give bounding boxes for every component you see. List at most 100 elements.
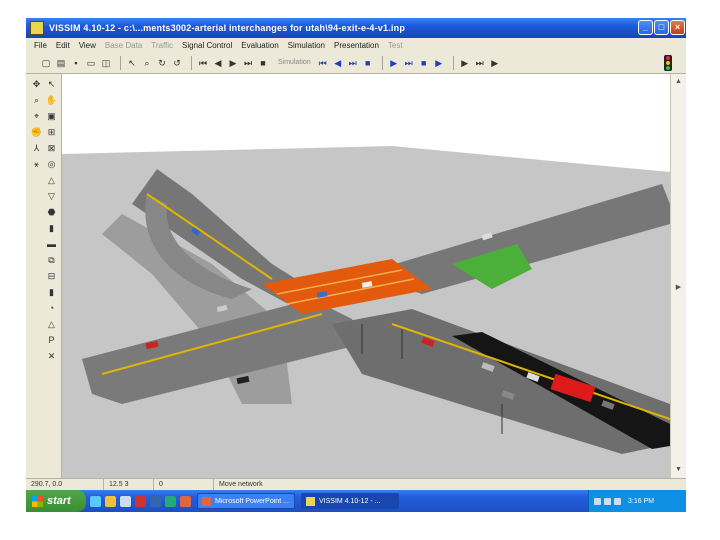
menu-traffic[interactable]: Traffic bbox=[151, 41, 173, 50]
queue-counter-icon[interactable]: △ bbox=[45, 318, 58, 331]
taskbar-item-vissim[interactable]: VISSIM 4.10-12 - ... bbox=[301, 493, 399, 509]
traffic-signal-icon[interactable] bbox=[664, 55, 672, 71]
anim-step-icon[interactable]: ▶ bbox=[489, 57, 501, 69]
vissim-icon bbox=[306, 496, 315, 506]
yield-icon[interactable]: △ bbox=[45, 174, 58, 187]
pt-stop-icon[interactable]: ▬ bbox=[45, 238, 58, 251]
menu-test[interactable]: Test bbox=[388, 41, 403, 50]
quicklaunch-excel-icon[interactable] bbox=[165, 495, 176, 507]
print-preview-icon[interactable]: ◫ bbox=[100, 57, 112, 69]
signal-group-icon[interactable]: ⊠ bbox=[45, 142, 58, 155]
print-icon[interactable]: ▭ bbox=[85, 57, 97, 69]
rotate-icon[interactable]: ↻ bbox=[156, 57, 168, 69]
play-icon[interactable]: ▶ bbox=[227, 57, 239, 69]
scroll-down-icon[interactable]: ▼ bbox=[673, 464, 684, 475]
tray-network-icon[interactable] bbox=[594, 497, 601, 505]
anim-fast-icon[interactable]: ⏭ bbox=[474, 57, 486, 69]
grab-icon[interactable]: ✊ bbox=[30, 126, 43, 139]
clock: 3:16 PM bbox=[628, 497, 655, 505]
vehicle-icon[interactable]: ▣ bbox=[45, 110, 58, 123]
travel-time-icon[interactable]: ◔ bbox=[45, 302, 58, 315]
pan-icon[interactable]: ✥ bbox=[30, 78, 43, 91]
menu-presentation[interactable]: Presentation bbox=[334, 41, 379, 50]
signal-head-icon[interactable]: ▮ bbox=[45, 222, 58, 235]
route-icon[interactable]: ▽ bbox=[45, 190, 58, 203]
detector-icon[interactable]: ◎ bbox=[45, 158, 58, 171]
status-field: 12.5 3 bbox=[104, 479, 154, 490]
toolbar: ▢ ▤ ▪ ▭ ◫ ↖ ⌕ ↻ ↺ ⏮ ◀ ▶ ⏭ ■ Simulation ⏮… bbox=[26, 52, 686, 74]
quicklaunch-folder-icon[interactable] bbox=[105, 495, 116, 507]
menu-signal-control[interactable]: Signal Control bbox=[182, 41, 232, 50]
open-file-icon[interactable]: ▤ bbox=[55, 57, 67, 69]
network-viewport[interactable] bbox=[62, 74, 670, 478]
minimize-icon: _ bbox=[642, 22, 648, 32]
select-icon[interactable]: ↖ bbox=[126, 57, 138, 69]
windows-logo-icon bbox=[32, 495, 43, 507]
sim-stop-icon[interactable]: ■ bbox=[362, 57, 374, 69]
tray-volume-icon[interactable] bbox=[604, 497, 611, 505]
sim-pause-icon[interactable]: ■ bbox=[418, 57, 430, 69]
tool-palette: ✥ ↖ ⌕ ✋ ⌖ ▣ ✊ ⊞ ⅄ ⊠ ⚹ ◎ △ ▽ ⬣ ▮ ▬ ⧉ ⊟ ▮ … bbox=[26, 74, 62, 478]
measure-icon[interactable]: ⌖ bbox=[30, 110, 43, 123]
quicklaunch-ppt-icon[interactable] bbox=[180, 495, 191, 507]
menu-file[interactable]: File bbox=[34, 41, 47, 50]
scroll-thumb-icon[interactable]: ▶ bbox=[673, 282, 684, 293]
start-button[interactable]: start bbox=[26, 490, 86, 512]
quicklaunch-word-icon[interactable] bbox=[150, 495, 161, 507]
close-button[interactable]: × bbox=[670, 20, 685, 35]
node-icon[interactable]: ⚹ bbox=[30, 158, 43, 171]
sim-step-icon[interactable]: ⏭ bbox=[347, 57, 359, 69]
minimize-button[interactable]: _ bbox=[638, 20, 653, 35]
parking-lot-icon[interactable]: ⊟ bbox=[45, 270, 58, 283]
save-icon[interactable]: ▪ bbox=[70, 57, 82, 69]
taskbar: start Microsoft PowerPoint ... VISSIM 4.… bbox=[26, 490, 686, 512]
data-collection-icon[interactable]: ▮ bbox=[45, 286, 58, 299]
sim-first-icon[interactable]: ⏮ bbox=[317, 57, 329, 69]
quicklaunch-desktop-icon[interactable] bbox=[120, 495, 131, 507]
hand-icon[interactable]: ✋ bbox=[45, 94, 58, 107]
sim-fast-icon[interactable]: ⏭ bbox=[403, 57, 415, 69]
status-mode: Move network bbox=[219, 481, 263, 488]
parking-icon[interactable]: P bbox=[45, 334, 58, 347]
status-field: 0 bbox=[154, 479, 214, 490]
stop-sign-icon[interactable]: ⬣ bbox=[45, 206, 58, 219]
link-icon[interactable]: ⊞ bbox=[45, 126, 58, 139]
new-file-icon[interactable]: ▢ bbox=[40, 57, 52, 69]
title-bar[interactable]: VISSIM 4.10-12 - c:\...ments3002-arteria… bbox=[26, 18, 686, 38]
3d-network-scene[interactable] bbox=[62, 74, 670, 478]
menu-evaluation[interactable]: Evaluation bbox=[241, 41, 278, 50]
maximize-button[interactable]: □ bbox=[654, 20, 669, 35]
anim-play-icon[interactable]: ▶ bbox=[459, 57, 471, 69]
sim-play-icon[interactable]: ▶ bbox=[388, 57, 400, 69]
vertical-scrollbar[interactable]: ▲ ▶ ▼ bbox=[670, 74, 686, 478]
powerpoint-icon bbox=[202, 496, 211, 506]
sim-continuous-icon[interactable]: ▶ bbox=[433, 57, 445, 69]
zoom-in-icon[interactable]: ⌕ bbox=[30, 94, 43, 107]
scroll-up-icon[interactable]: ▲ bbox=[673, 76, 684, 87]
toolbar-separator bbox=[191, 55, 192, 70]
menu-view[interactable]: View bbox=[79, 41, 96, 50]
refresh-icon[interactable]: ↺ bbox=[171, 57, 183, 69]
toolbar-separator bbox=[381, 55, 383, 70]
pt-line-icon[interactable]: ⧉ bbox=[45, 254, 58, 267]
step-back-icon[interactable]: ◀ bbox=[212, 57, 224, 69]
quicklaunch-ie-icon[interactable] bbox=[90, 495, 101, 507]
taskbar-item-powerpoint[interactable]: Microsoft PowerPoint ... bbox=[197, 493, 295, 509]
zoom-icon[interactable]: ⌕ bbox=[141, 57, 153, 69]
window-title: VISSIM 4.10-12 - c:\...ments3002-arteria… bbox=[49, 23, 406, 33]
tray-security-icon[interactable] bbox=[614, 497, 621, 505]
quicklaunch-pdf-icon[interactable] bbox=[135, 495, 146, 507]
stop-icon[interactable]: ■ bbox=[257, 57, 269, 69]
step-forward-icon[interactable]: ⏭ bbox=[242, 57, 254, 69]
menu-base-data[interactable]: Base Data bbox=[105, 41, 142, 50]
cursor-icon[interactable]: ↖ bbox=[45, 78, 58, 91]
menu-edit[interactable]: Edit bbox=[56, 41, 70, 50]
menu-simulation[interactable]: Simulation bbox=[288, 41, 325, 50]
close-icon: × bbox=[674, 22, 681, 32]
system-tray: 3:16 PM bbox=[588, 490, 686, 512]
sim-back-icon[interactable]: ◀ bbox=[332, 57, 344, 69]
first-frame-icon[interactable]: ⏮ bbox=[197, 57, 209, 69]
crosswalk-icon[interactable]: ✕ bbox=[45, 350, 58, 363]
split-icon[interactable]: ⅄ bbox=[30, 142, 43, 155]
start-label: start bbox=[47, 495, 71, 507]
